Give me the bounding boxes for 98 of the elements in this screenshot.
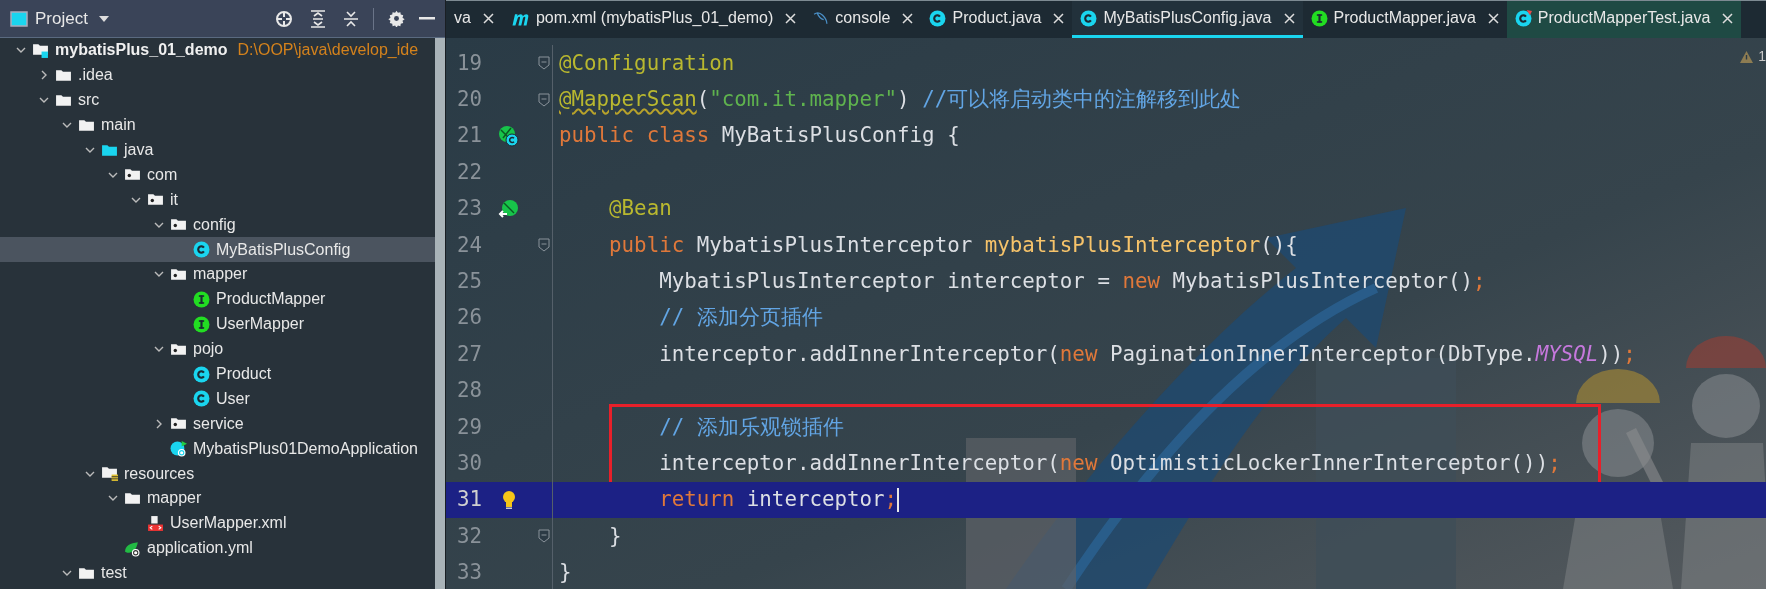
test-class-icon (1514, 9, 1532, 27)
editor-tab[interactable]: ProductMapperTest.java (1506, 1, 1742, 38)
editor-tab[interactable]: ProductMapper.java (1302, 1, 1507, 38)
tree-item[interactable]: mapper (0, 486, 435, 511)
warning-count: 1 (1758, 47, 1766, 66)
code-line: public class MyBatisPlusConfig { (559, 122, 960, 150)
expand-all-icon[interactable] (310, 9, 326, 28)
spring-leaf-icon (124, 539, 141, 557)
close-icon[interactable] (785, 12, 797, 24)
project-path: D:\OOP\java\develop_ide (237, 40, 419, 61)
tree-item[interactable]: MybatisPlus01DemoApplication (0, 436, 435, 462)
tree-item[interactable]: UserMapper.xml (0, 510, 435, 536)
panel-title[interactable]: Project (35, 5, 88, 32)
spring-bean-icon[interactable] (498, 197, 520, 220)
tree-item[interactable]: config (0, 212, 435, 238)
line-number: 23 (455, 195, 482, 223)
tree-item[interactable]: main (0, 112, 435, 138)
dropdown-caret-icon[interactable] (97, 14, 110, 23)
line-number: 20 (455, 86, 482, 113)
line-number: 32 (455, 522, 482, 550)
minimize-icon[interactable] (419, 16, 435, 21)
code-line: @Bean (608, 195, 672, 223)
tree-item[interactable]: it (0, 187, 435, 213)
tree-item[interactable]: ProductMapper (0, 286, 435, 312)
class-icon (193, 241, 210, 259)
tree-item[interactable]: application.yml (0, 535, 435, 561)
fold-marker-icon[interactable] (538, 92, 550, 107)
tree-item[interactable]: mapper (0, 262, 435, 287)
line-number: 27 (455, 340, 482, 368)
code-line: } (608, 522, 622, 550)
line-number: 30 (455, 449, 482, 477)
class-icon (1080, 9, 1098, 27)
tree-item[interactable]: resources (0, 461, 435, 487)
fold-marker-icon[interactable] (538, 529, 550, 544)
fold-marker-icon[interactable] (538, 238, 550, 253)
tree-item[interactable]: mybatisPlus_01_demo D:\OOP\java\develop_ide (0, 38, 435, 63)
tree-item[interactable]: .idea (0, 62, 435, 88)
line-number: 33 (455, 559, 482, 587)
line-number: 19 (455, 49, 482, 77)
line-number: 26 (455, 304, 482, 332)
tree-item[interactable]: service (0, 411, 435, 437)
tree-item[interactable]: MyBatisPlusConfig (0, 237, 435, 262)
code-line: } (559, 559, 572, 587)
tree-item[interactable]: test (0, 560, 435, 586)
line-number: 29 (455, 413, 482, 441)
close-icon[interactable] (1283, 12, 1295, 24)
code-line: // 添加分页插件 (658, 304, 823, 332)
class-icon (193, 390, 210, 408)
interface-icon (1310, 9, 1328, 27)
scrollbar[interactable] (435, 38, 445, 589)
tree-item[interactable]: UserMapper (0, 311, 435, 337)
settings-icon[interactable] (388, 10, 405, 27)
tree-item[interactable]: java (0, 137, 435, 163)
line-number: 31 (455, 486, 482, 514)
database-console-icon (812, 9, 830, 27)
spring-boot-class-icon (170, 440, 187, 458)
line-number: 21 (455, 122, 482, 150)
close-icon[interactable] (902, 12, 914, 24)
resources-folder-icon (101, 465, 118, 483)
window-icon (10, 10, 28, 27)
warning-icon[interactable] (1739, 49, 1755, 64)
close-icon[interactable] (1053, 12, 1065, 24)
code-line: interceptor.addInnerInterceptor(new OptimisticLockerInnerInterceptor()); (658, 449, 1561, 477)
code-line: MybatisPlusInterceptor interceptor = new MybatisPlusInterceptor(); (658, 267, 1486, 295)
locate-icon[interactable] (275, 9, 293, 28)
tree-item[interactable]: src (0, 87, 435, 113)
code-line: return interceptor; (658, 486, 900, 515)
code-line: // 添加乐观锁插件 (658, 413, 844, 441)
class-icon (193, 365, 210, 383)
interface-icon (193, 290, 210, 308)
tree-item[interactable]: User (0, 386, 435, 412)
code-line: public MybatisPlusInterceptor mybatisPlusInterceptor(){ (608, 231, 1298, 259)
tree-item[interactable]: Product (0, 361, 435, 387)
tree-item[interactable]: com (0, 162, 435, 188)
line-number: 22 (455, 158, 482, 186)
editor-tab[interactable]: Product.java (921, 1, 1073, 38)
editor-tab[interactable]: console (804, 1, 922, 38)
xml-file-icon (147, 514, 164, 532)
editor-tab[interactable]: va (446, 1, 502, 38)
line-number: 28 (455, 377, 482, 405)
tree-item[interactable]: pojo (0, 336, 435, 362)
lightbulb-icon[interactable] (501, 489, 517, 510)
module-folder-icon (32, 41, 49, 59)
close-icon[interactable] (1722, 12, 1734, 24)
editor-tab[interactable]: MyBatisPlusConfig.java (1072, 1, 1303, 38)
close-icon[interactable] (482, 12, 494, 24)
close-icon[interactable] (1487, 12, 1499, 24)
editor-tab[interactable]: pom.xml (mybatisPlus_01_demo) (501, 1, 805, 38)
fold-marker-icon[interactable] (538, 56, 550, 71)
spring-bean-class-icon[interactable] (497, 123, 521, 148)
code-line: @Configuration (559, 49, 735, 77)
code-line: interceptor.addInnerInterceptor(new PaginationInnerInterceptor(DbType.MYSQL)); (658, 340, 1636, 368)
code-line: @MapperScan("com.it.mapper") //可以将启动类中的注解移到此处 (559, 86, 1242, 113)
line-number: 24 (455, 231, 482, 259)
line-number: 25 (455, 267, 482, 295)
interface-icon (193, 315, 210, 333)
class-icon (929, 9, 947, 27)
collapse-all-icon[interactable] (343, 9, 359, 28)
